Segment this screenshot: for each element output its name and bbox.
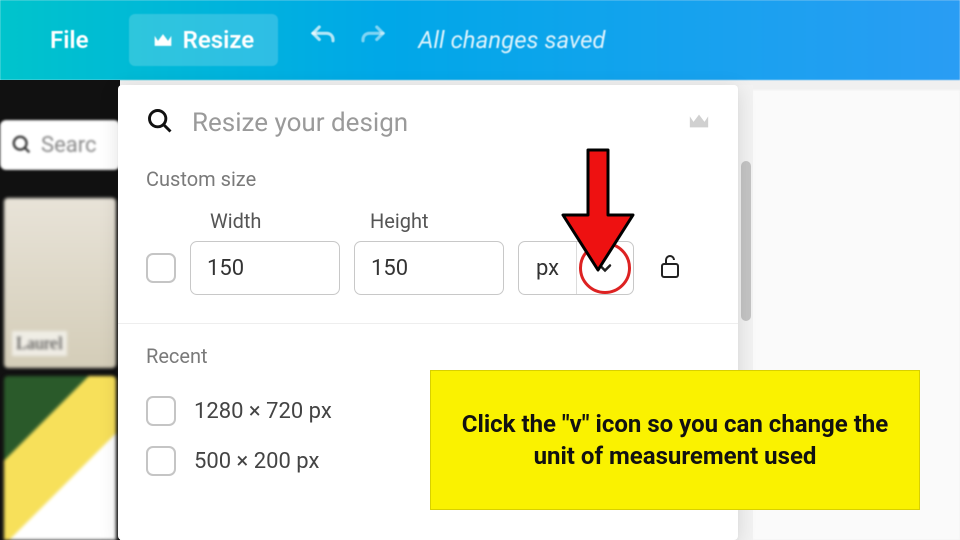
annotation-callout: Click the "v" icon so you can change the… — [430, 370, 920, 510]
undo-button[interactable] — [308, 22, 338, 59]
top-bar: File Resize All changes saved — [0, 0, 960, 80]
recent-checkbox[interactable] — [146, 446, 176, 476]
width-label: Width — [210, 209, 370, 233]
file-menu-button[interactable]: File — [30, 16, 109, 64]
template-thumbnail[interactable] — [4, 198, 116, 368]
lock-aspect-button[interactable] — [658, 252, 682, 284]
search-icon — [146, 107, 174, 139]
panel-scrollbar-thumb[interactable] — [741, 161, 751, 321]
unit-dropdown-button[interactable] — [577, 242, 633, 294]
annotation-text: Click the "v" icon so you can change the… — [455, 408, 895, 473]
resize-menu-button[interactable]: Resize — [129, 14, 279, 66]
recent-label: Recent — [146, 344, 710, 368]
template-thumbnails — [0, 190, 120, 540]
resize-label: Resize — [183, 26, 255, 54]
recent-size-text: 500 × 200 px — [194, 449, 319, 474]
height-input[interactable]: 150 — [354, 241, 504, 295]
divider — [118, 323, 738, 324]
unit-selector: px — [518, 241, 634, 295]
crown-icon — [153, 26, 173, 54]
height-label: Height — [370, 209, 530, 233]
custom-size-label: Custom size — [146, 167, 710, 191]
chevron-down-icon — [595, 258, 615, 278]
custom-size-checkbox[interactable] — [146, 253, 176, 283]
width-input[interactable]: 150 — [190, 241, 340, 295]
recent-checkbox[interactable] — [146, 396, 176, 426]
redo-button[interactable] — [358, 22, 388, 59]
recent-size-text: 1280 × 720 px — [194, 399, 332, 424]
resize-search-input[interactable] — [192, 108, 670, 138]
save-status-text: All changes saved — [418, 26, 605, 54]
templates-search-input[interactable]: Searc — [0, 120, 120, 170]
crown-icon — [688, 111, 710, 135]
templates-search-placeholder: Searc — [41, 133, 96, 158]
unit-label: px — [519, 242, 577, 294]
template-thumbnail[interactable] — [4, 376, 116, 540]
